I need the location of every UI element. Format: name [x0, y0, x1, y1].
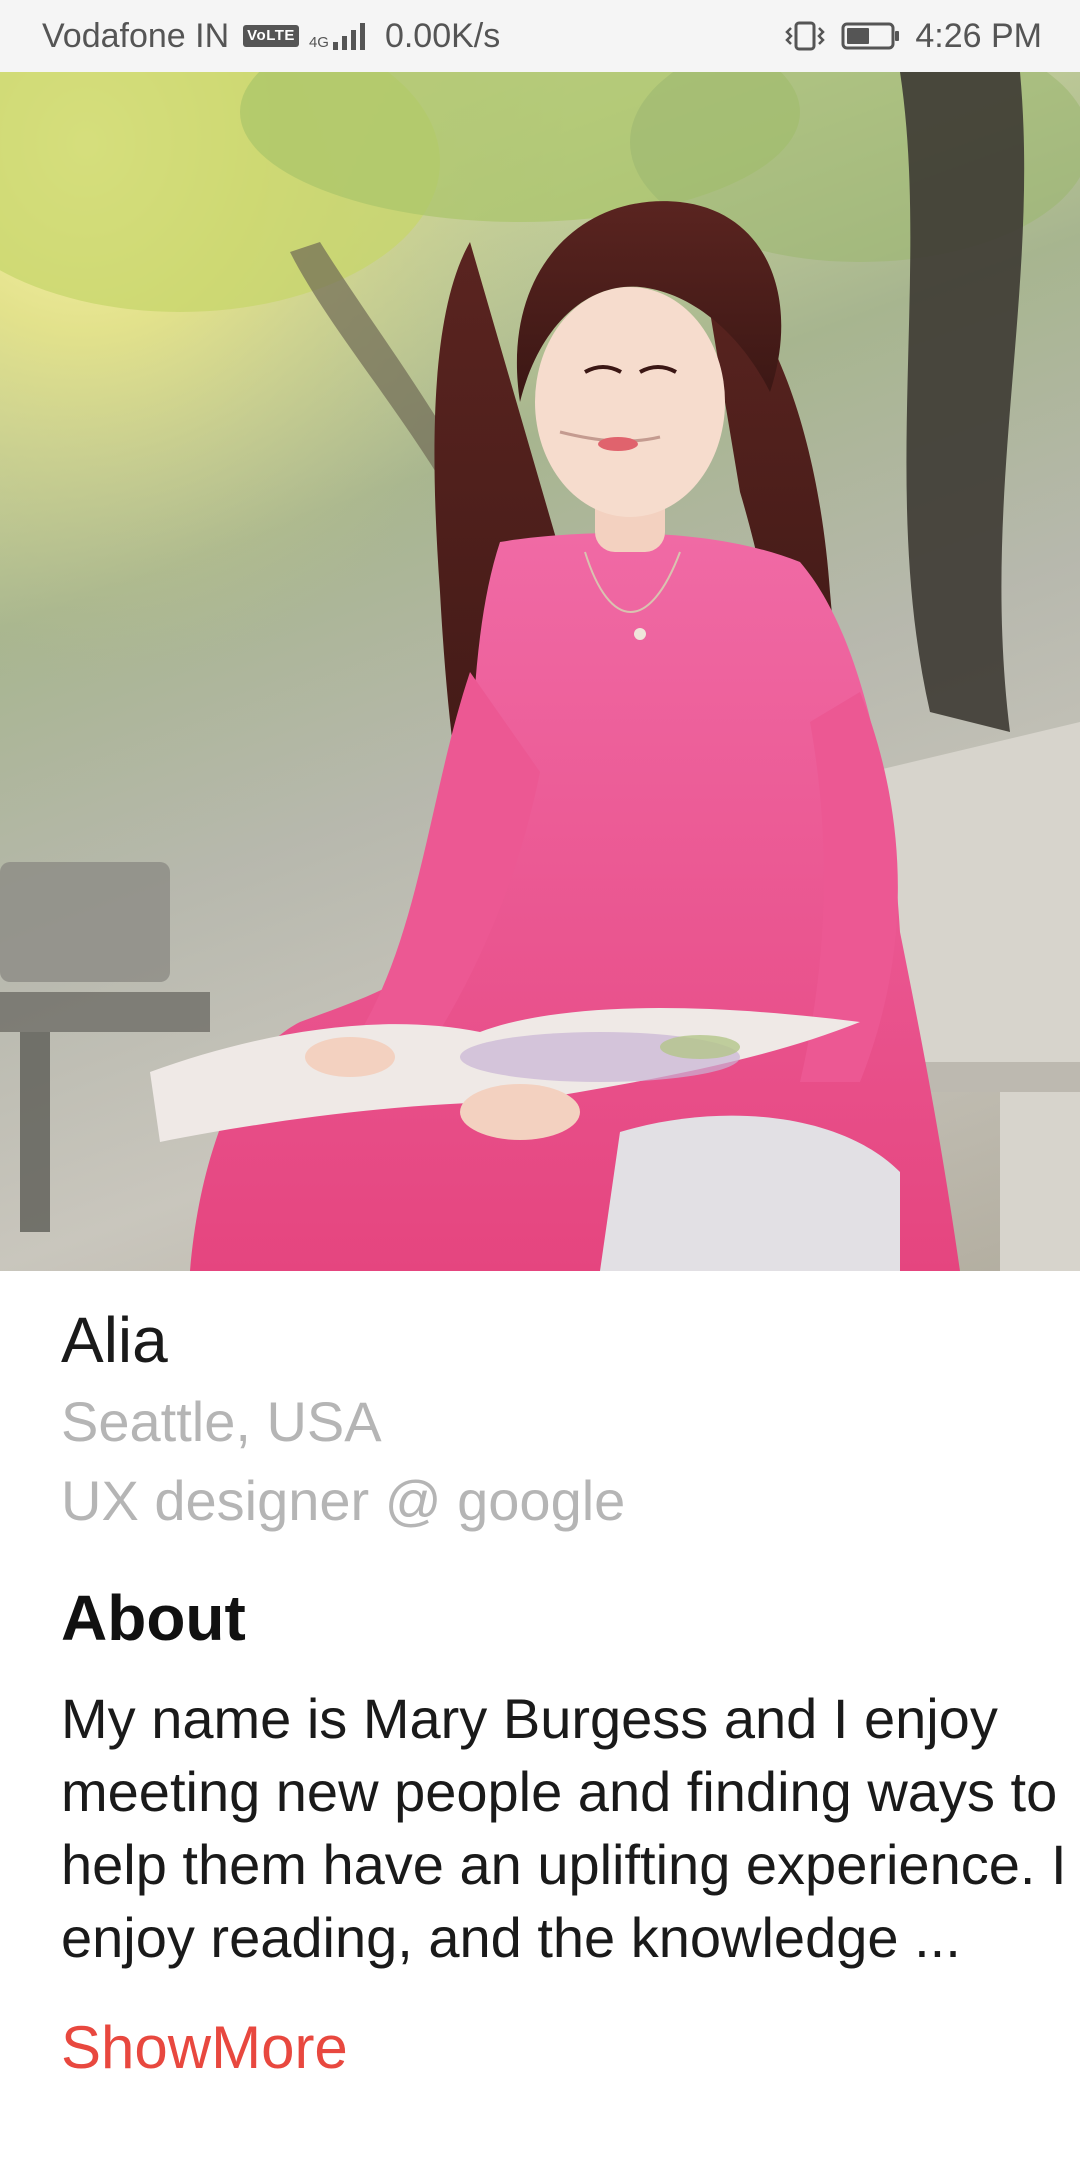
vibrate-icon	[783, 20, 827, 52]
profile-role: UX designer @ google	[61, 1469, 626, 1532]
about-heading: About	[61, 1582, 246, 1654]
profile-name: Alia	[61, 1304, 168, 1376]
about-text: My name is Mary Burgess and I enjoy meet…	[61, 1687, 1067, 1969]
network-type: 4G	[308, 33, 329, 51]
volte-icon: VoLTE	[243, 25, 299, 47]
profile-photo-icon	[0, 72, 1080, 1271]
data-speed: 0.00K/s	[384, 16, 501, 55]
profile-screen: Vodafone IN VoLTE 4G 0.00K/s 4:26 PM Ali…	[0, 0, 1080, 2160]
profile-location: Seattle, USA	[61, 1390, 382, 1453]
signal-icon	[332, 22, 365, 50]
show-more-button[interactable]: ShowMore	[61, 2008, 1080, 2088]
status-bar: Vodafone IN VoLTE 4G 0.00K/s 4:26 PM	[0, 0, 1080, 72]
battery-icon	[841, 21, 901, 51]
carrier-name: Vodafone IN	[42, 16, 230, 55]
clock: 4:26 PM	[915, 16, 1042, 55]
status-right: 4:26 PM	[783, 17, 1042, 56]
status-left: Vodafone IN VoLTE 4G 0.00K/s	[42, 17, 500, 56]
profile-info: Alia Seattle, USA UX designer @ google A…	[61, 1300, 1080, 2088]
